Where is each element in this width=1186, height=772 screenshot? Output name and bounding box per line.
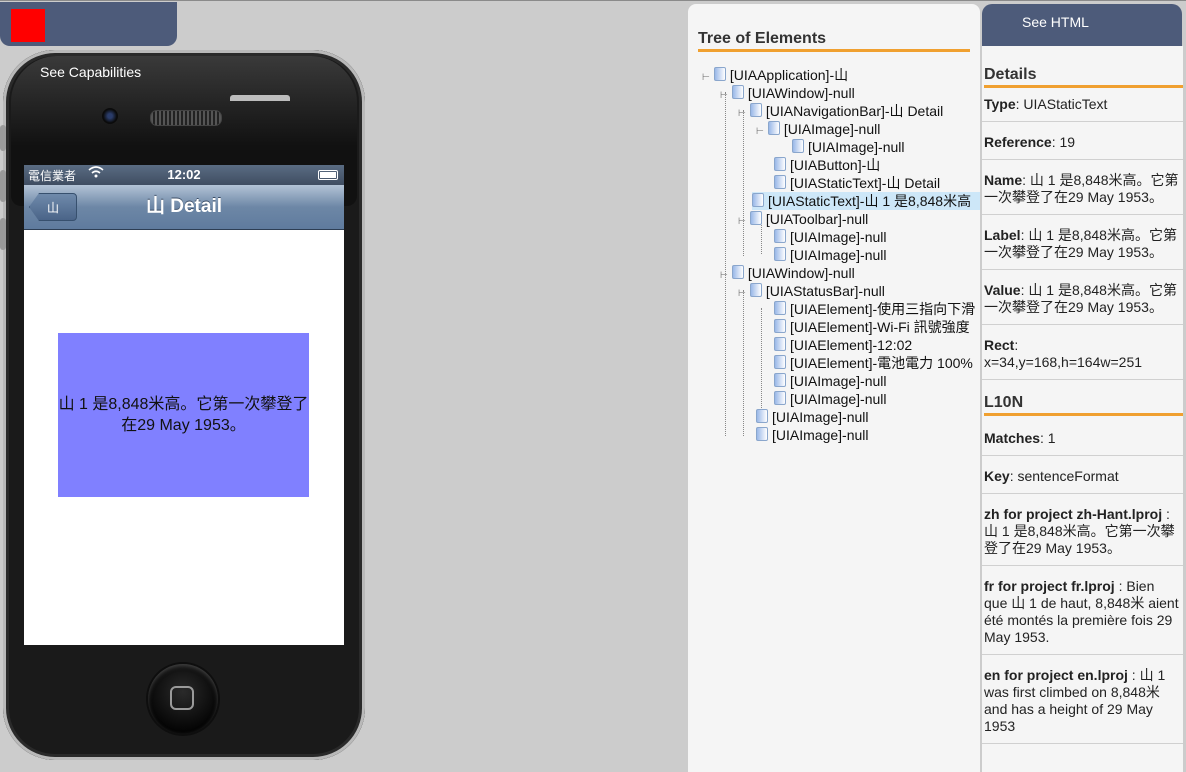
element-icon: [756, 427, 768, 441]
tree-node[interactable]: [UIAImage]-null: [774, 390, 886, 408]
element-icon: [731, 85, 744, 99]
tree-node[interactable]: [UIAImage]-null: [756, 426, 868, 444]
tree-node[interactable]: ⊢ [UIAStatusBar]-null: [738, 282, 885, 300]
element-icon: [731, 265, 744, 279]
see-html-tab[interactable]: See HTML: [982, 4, 1182, 46]
volume-up-button: [0, 170, 6, 202]
speaker-grille: [150, 110, 222, 126]
element-icon: [774, 319, 786, 333]
volume-down-button: [0, 218, 6, 250]
element-icon: [749, 211, 762, 225]
element-icon: [774, 301, 786, 315]
tree-node[interactable]: ⊢ [UIAWindow]-null: [720, 84, 855, 102]
back-button[interactable]: 山: [29, 193, 77, 221]
red-indicator-square: [11, 9, 45, 42]
detail-name: Name: 山 1 是8,848米高。它第一次攀登了在29 May 1953。: [982, 172, 1183, 215]
top-border: [0, 0, 1186, 1]
detail-fr: fr for project fr.lproj : Bien que 山 1 d…: [982, 578, 1183, 655]
tree-node[interactable]: [UIAImage]-null: [774, 372, 886, 390]
element-icon: [774, 175, 786, 189]
power-button: [230, 95, 290, 101]
element-icon: [774, 391, 786, 405]
detail-matches: Matches: 1: [982, 430, 1183, 456]
element-icon: [749, 103, 762, 117]
tree-node[interactable]: [UIAElement]-電池電力 100%: [774, 354, 980, 372]
element-icon: [713, 67, 726, 81]
detail-type: Type: UIAStaticText: [982, 96, 1183, 122]
detail-key: Key: sentenceFormat: [982, 468, 1183, 494]
details-panel: Details Type: UIAStaticText Reference: 1…: [982, 46, 1183, 772]
tree-node[interactable]: [UIAImage]-null: [774, 228, 886, 246]
tree-node[interactable]: ⊢ [UIAApplication]-山: [702, 66, 848, 84]
element-icon: [774, 355, 786, 369]
element-icon: [774, 229, 786, 243]
element-icon: [774, 337, 786, 351]
tree-node[interactable]: ⊢ [UIAImage]-null: [756, 120, 880, 138]
tree-node[interactable]: [UIAElement]-Wi-Fi 訊號強度: [774, 318, 980, 336]
mute-switch: [0, 125, 6, 151]
detail-en: en for project en.lproj : 山 1 was first …: [982, 667, 1183, 744]
tree-node[interactable]: [UIAImage]-null: [774, 246, 886, 264]
capabilities-tab[interactable]: [0, 2, 177, 46]
element-icon: [767, 121, 780, 135]
element-icon: [774, 157, 786, 171]
home-square-icon: [170, 686, 194, 710]
element-icon: [792, 139, 804, 153]
battery-icon: [318, 170, 338, 180]
element-icon: [774, 373, 786, 387]
element-icon: [749, 283, 762, 297]
tree-title: Tree of Elements: [698, 30, 970, 52]
element-icon: [752, 193, 764, 207]
tree-node[interactable]: [UIAImage]-null: [756, 408, 868, 426]
tree-node[interactable]: [UIAImage]-null: [792, 138, 904, 156]
tree-node[interactable]: ⊢ [UIAToolbar]-null: [738, 210, 868, 228]
see-html-label: See HTML: [1022, 14, 1089, 30]
element-icon: [756, 409, 768, 423]
tree-node[interactable]: [UIAButton]-山: [774, 156, 880, 174]
detail-rect: Rect: x=34,y=168,h=164w=251: [982, 337, 1183, 380]
tree-node[interactable]: [UIAElement]-12:02: [774, 336, 912, 354]
tree-node[interactable]: [UIAStaticText]-山 Detail: [774, 174, 940, 192]
detail-reference: Reference: 19: [982, 134, 1183, 160]
camera-icon: [102, 108, 118, 124]
phone-screen: 電信業者 12:02 山 Detail 山 山 1 是8,848米高。它第一次攀…: [24, 165, 344, 645]
tree-node-selected[interactable]: [UIAStaticText]-山 1 是8,848米高: [752, 192, 980, 210]
status-time: 12:02: [167, 167, 201, 182]
static-text-label[interactable]: 山 1 是8,848米高。它第一次攀登了在29 May 1953。: [58, 333, 309, 497]
tree-node[interactable]: ⊢ [UIANavigationBar]-山 Detail: [738, 102, 943, 120]
navigation-bar: 山 Detail 山: [24, 185, 344, 230]
details-title: Details: [984, 66, 1183, 88]
see-capabilities-link[interactable]: See Capabilities: [40, 64, 141, 80]
tree-panel: Tree of Elements ⊢ [UIAApplication]-山 ⊢ [U…: [688, 4, 980, 772]
tree-node[interactable]: [UIAElement]-使用三指向下滑: [774, 300, 980, 318]
status-bar: 電信業者 12:02: [24, 165, 344, 185]
home-button[interactable]: [148, 664, 218, 734]
element-icon: [774, 247, 786, 261]
tree-node[interactable]: ⊢ [UIAWindow]-null: [720, 264, 855, 282]
detail-value: Value: 山 1 是8,848米高。它第一次攀登了在29 May 1953。: [982, 282, 1183, 325]
detail-zh: zh for project zh-Hant.lproj : 山 1 是8,84…: [982, 506, 1183, 566]
static-text-content: 山 1 是8,848米高。它第一次攀登了在29 May 1953。: [58, 396, 309, 434]
detail-label: Label: 山 1 是8,848米高。它第一次攀登了在29 May 1953。: [982, 227, 1183, 270]
l10n-title: L10N: [984, 394, 1183, 416]
